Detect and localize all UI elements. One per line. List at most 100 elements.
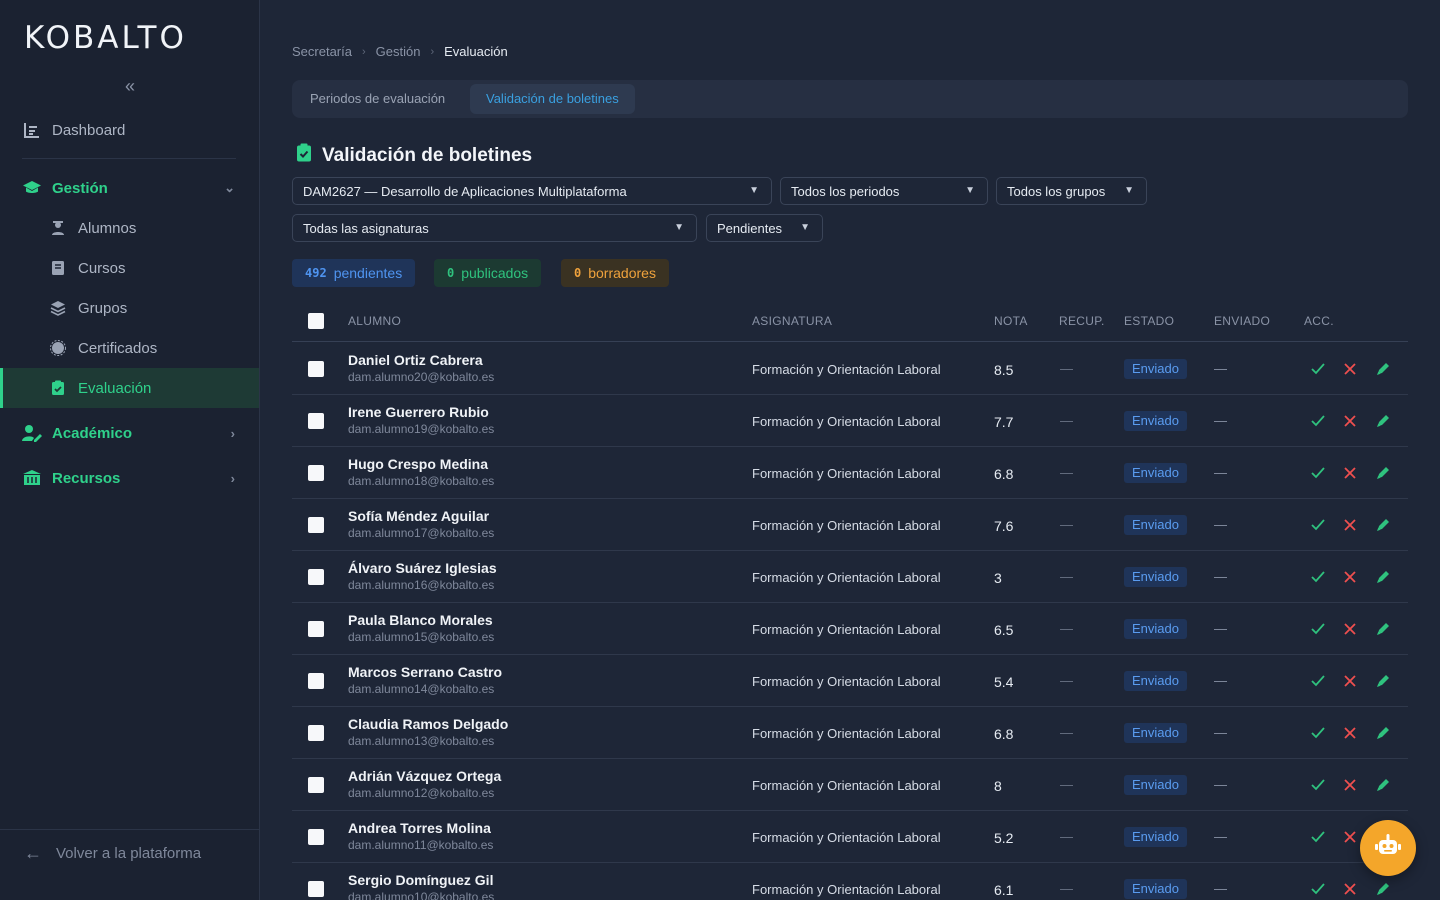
sidebar-item-certificados[interactable]: Certificados [0, 328, 259, 368]
breadcrumb-item[interactable]: Gestión [376, 44, 421, 59]
recup-cell: — [1060, 829, 1073, 844]
header-grade[interactable]: NOTA [994, 314, 1028, 328]
approve-icon[interactable] [1310, 725, 1326, 741]
layers-icon [48, 298, 68, 318]
header-sent[interactable]: ENVIADO [1214, 314, 1270, 328]
row-checkbox[interactable] [308, 725, 324, 741]
table-row[interactable]: Sergio Domínguez Gil dam.alumno10@kobalto… [292, 863, 1408, 900]
reject-icon[interactable] [1342, 829, 1358, 845]
header-subject[interactable]: ASIGNATURA [752, 314, 832, 328]
tab-validacion[interactable]: Validación de boletines [470, 84, 635, 114]
approve-icon[interactable] [1310, 829, 1326, 845]
approve-icon[interactable] [1310, 517, 1326, 533]
row-checkbox[interactable] [308, 777, 324, 793]
edit-pencil-icon[interactable] [1375, 465, 1391, 481]
header-recup[interactable]: RECUP. [1059, 314, 1105, 328]
row-checkbox[interactable] [308, 465, 324, 481]
subject-cell: Formación y Orientación Laboral [752, 570, 941, 585]
reject-icon[interactable] [1342, 517, 1358, 533]
status-badge: Enviado [1124, 411, 1187, 431]
subject-cell: Formación y Orientación Laboral [752, 726, 941, 741]
edit-pencil-icon[interactable] [1375, 621, 1391, 637]
reject-icon[interactable] [1342, 361, 1358, 377]
collapse-sidebar-icon[interactable]: « [120, 76, 140, 96]
dashboard-icon [22, 120, 42, 140]
drafts-badge[interactable]: 0 borradores [561, 259, 669, 287]
subject-cell: Formación y Orientación Laboral [752, 362, 941, 377]
approve-icon[interactable] [1310, 881, 1326, 897]
status-select[interactable]: Pendientes ▼ [706, 214, 823, 242]
sidebar-section-gestion[interactable]: Gestión ⌄ [0, 168, 259, 208]
period-select[interactable]: Todos los periodos ▼ [780, 177, 988, 205]
sidebar-item-alumnos[interactable]: Alumnos [0, 208, 259, 248]
row-checkbox[interactable] [308, 829, 324, 845]
app-logo[interactable]: KOBALTO [24, 20, 187, 56]
approve-icon[interactable] [1310, 621, 1326, 637]
row-checkbox[interactable] [308, 881, 324, 897]
recup-cell: — [1060, 413, 1073, 428]
breadcrumb-item[interactable]: Secretaría [292, 44, 352, 59]
table-row[interactable]: Irene Guerrero Rubio dam.alumno19@kobalto… [292, 395, 1408, 447]
published-badge[interactable]: 0 publicados [434, 259, 542, 287]
reject-icon[interactable] [1342, 465, 1358, 481]
edit-pencil-icon[interactable] [1375, 361, 1391, 377]
pending-badge[interactable]: 492 pendientes [292, 259, 416, 287]
table-row[interactable]: Daniel Ortiz Cabrera dam.alumno20@kobalto… [292, 343, 1408, 395]
group-select[interactable]: Todos los grupos ▼ [996, 177, 1147, 205]
approve-icon[interactable] [1310, 673, 1326, 689]
reject-icon[interactable] [1342, 413, 1358, 429]
row-checkbox[interactable] [308, 569, 324, 585]
approve-icon[interactable] [1310, 569, 1326, 585]
approve-icon[interactable] [1310, 777, 1326, 793]
row-checkbox[interactable] [308, 361, 324, 377]
edit-pencil-icon[interactable] [1375, 725, 1391, 741]
header-student[interactable]: ALUMNO [348, 314, 401, 328]
sidebar-item-grupos[interactable]: Grupos [0, 288, 259, 328]
header-state[interactable]: ESTADO [1124, 314, 1174, 328]
approve-icon[interactable] [1310, 465, 1326, 481]
reject-icon[interactable] [1342, 673, 1358, 689]
edit-pencil-icon[interactable] [1375, 777, 1391, 793]
table-row[interactable]: Sofía Méndez Aguilar dam.alumno17@kobalto… [292, 499, 1408, 551]
row-checkbox[interactable] [308, 517, 324, 533]
table-row[interactable]: Hugo Crespo Medina dam.alumno18@kobalto.e… [292, 447, 1408, 499]
reject-icon[interactable] [1342, 725, 1358, 741]
approve-icon[interactable] [1310, 413, 1326, 429]
table-row[interactable]: Álvaro Suárez Iglesias dam.alumno16@kobal… [292, 551, 1408, 603]
reject-icon[interactable] [1342, 777, 1358, 793]
edit-pencil-icon[interactable] [1375, 413, 1391, 429]
subject-select[interactable]: Todas las asignaturas ▼ [292, 214, 697, 242]
student-email: dam.alumno16@kobalto.es [348, 578, 495, 592]
approve-icon[interactable] [1310, 361, 1326, 377]
tab-periodos[interactable]: Periodos de evaluación [294, 84, 461, 114]
table-row[interactable]: Adrián Vázquez Ortega dam.alumno12@kobalt… [292, 759, 1408, 811]
table-row[interactable]: Andrea Torres Molina dam.alumno11@kobalto… [292, 811, 1408, 863]
edit-pencil-icon[interactable] [1375, 569, 1391, 585]
assistant-button[interactable] [1360, 820, 1416, 876]
edit-pencil-icon[interactable] [1375, 673, 1391, 689]
row-checkbox[interactable] [308, 413, 324, 429]
grade-cell: 7.7 [994, 414, 1014, 430]
back-to-platform-link[interactable]: ← Volver a la plataforma [24, 842, 201, 864]
table-row[interactable]: Claudia Ramos Delgado dam.alumno13@kobalt… [292, 707, 1408, 759]
row-checkbox[interactable] [308, 621, 324, 637]
sidebar-section-academico[interactable]: Académico › [0, 413, 259, 453]
table-row[interactable]: Marcos Serrano Castro dam.alumno14@kobalt… [292, 655, 1408, 707]
table-row[interactable]: Paula Blanco Morales dam.alumno15@kobalto… [292, 603, 1408, 655]
edit-pencil-icon[interactable] [1375, 517, 1391, 533]
sidebar-item-dashboard[interactable]: Dashboard [22, 110, 281, 150]
course-select[interactable]: DAM2627 — Desarrollo de Aplicaciones Mul… [292, 177, 772, 205]
row-checkbox[interactable] [308, 673, 324, 689]
subject-cell: Formación y Orientación Laboral [752, 518, 941, 533]
sidebar-item-cursos[interactable]: Cursos [0, 248, 259, 288]
reject-icon[interactable] [1342, 621, 1358, 637]
reject-icon[interactable] [1342, 881, 1358, 897]
pending-label: pendientes [333, 265, 403, 281]
sidebar-item-evaluacion[interactable]: Evaluación [0, 368, 259, 408]
reject-icon[interactable] [1342, 569, 1358, 585]
select-all-checkbox[interactable] [308, 313, 324, 329]
edit-pencil-icon[interactable] [1375, 881, 1391, 897]
sidebar-section-recursos[interactable]: Recursos › [0, 458, 259, 498]
grade-cell: 7.6 [994, 518, 1014, 534]
sent-cell: — [1214, 361, 1227, 376]
